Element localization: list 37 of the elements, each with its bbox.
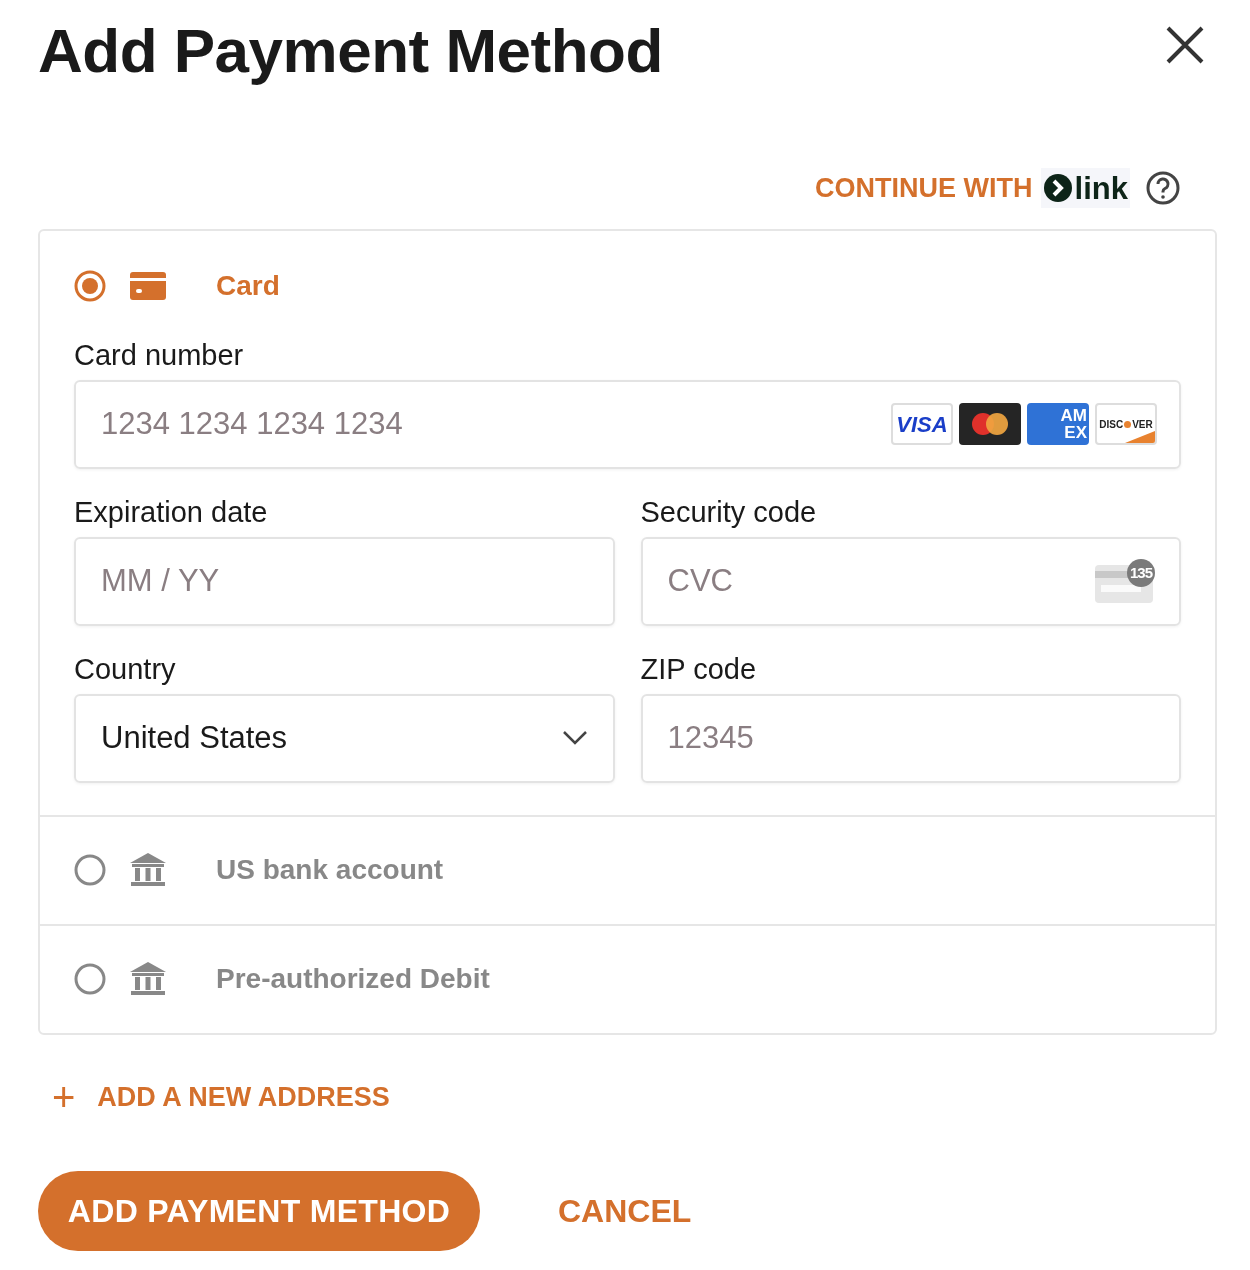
bank-icon xyxy=(130,853,166,887)
discover-logo: DISC VER xyxy=(1095,403,1157,445)
field-input[interactable]: 12345 xyxy=(667,714,1154,762)
cancel-button[interactable]: CANCEL xyxy=(558,1187,692,1235)
dialog-title: Add Payment Method xyxy=(38,15,663,87)
field-label: Country xyxy=(74,651,177,686)
link-button[interactable]: CONTINUE WITH link xyxy=(815,168,1130,209)
card-icon xyxy=(130,272,166,300)
radio-button[interactable] xyxy=(74,270,106,302)
help-icon[interactable] xyxy=(1146,171,1180,206)
country-select[interactable]: United States xyxy=(74,693,615,783)
chevron-logo-icon xyxy=(1042,173,1073,204)
field-label: Expiration date xyxy=(74,494,269,529)
add-address-link[interactable]: + ADD A NEW ADDRESS xyxy=(52,1076,390,1117)
bank-icon xyxy=(130,962,166,996)
chevron-down-icon xyxy=(562,731,587,745)
close-icon[interactable] xyxy=(1166,26,1204,64)
visa-logo: VISA xyxy=(891,403,953,445)
radio-button[interactable] xyxy=(74,854,106,886)
cvc-badge: 135 xyxy=(1127,559,1155,587)
amex-logo: AM EX xyxy=(1027,403,1089,445)
payment-option[interactable]: US bank account xyxy=(40,816,1215,924)
field-label: Card number xyxy=(74,337,245,372)
field-label: Security code xyxy=(640,494,818,529)
field-label: ZIP code xyxy=(640,651,758,686)
field-input[interactable]: MM / YY xyxy=(101,557,588,605)
field-input[interactable]: 1234 1234 1234 1234 xyxy=(101,400,891,448)
field-input[interactable]: CVC xyxy=(667,557,1095,605)
mastercard-logo xyxy=(959,403,1021,445)
link-logo-text: link xyxy=(1074,172,1128,204)
payment-option[interactable]: Pre-authorized Debit xyxy=(40,925,1215,1033)
payment-option[interactable]: Card xyxy=(40,230,1215,338)
add-payment-method-button[interactable]: ADD PAYMENT METHOD xyxy=(38,1171,480,1251)
input-field[interactable]: MM / YY xyxy=(74,536,615,626)
input-field[interactable]: CVC 135 xyxy=(640,536,1181,626)
radio-button[interactable] xyxy=(74,963,106,995)
input-field[interactable]: 12345 xyxy=(640,693,1181,783)
